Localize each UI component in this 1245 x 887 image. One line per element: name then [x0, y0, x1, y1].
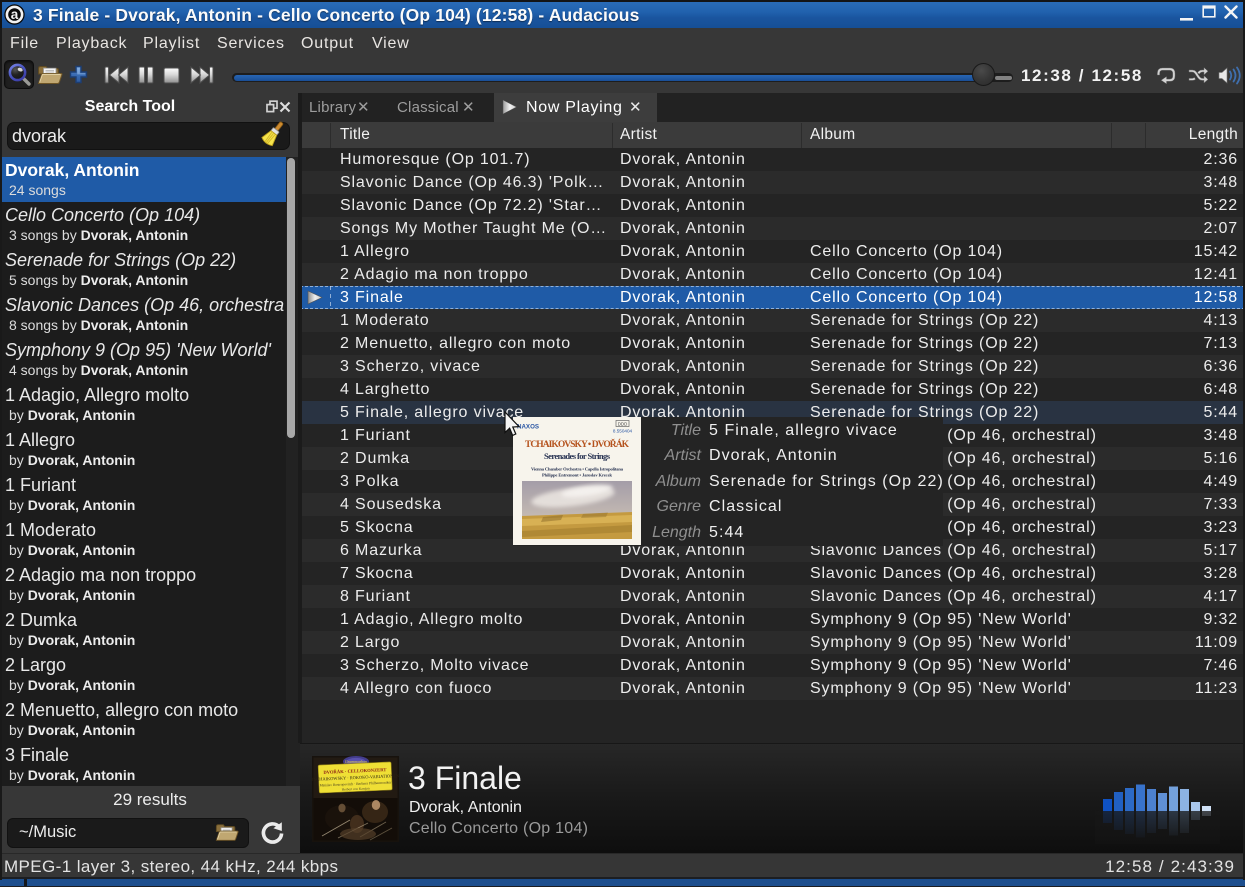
svg-text:DDD: DDD: [618, 422, 628, 427]
svg-text:8.550404: 8.550404: [613, 429, 633, 434]
svg-text:Vienna Chamber Orchestra • Cap: Vienna Chamber Orchestra • Capella Istro…: [531, 467, 624, 472]
svg-text:TCHAIKOVSKY • DVOŘÁK: TCHAIKOVSKY • DVOŘÁK: [525, 438, 630, 450]
svg-text:Serenades for Strings: Serenades for Strings: [544, 451, 611, 461]
svg-text:a: a: [11, 7, 19, 22]
svg-text:Philippe Entremont • Jaroslav: Philippe Entremont • Jaroslav Krecek: [542, 473, 612, 478]
